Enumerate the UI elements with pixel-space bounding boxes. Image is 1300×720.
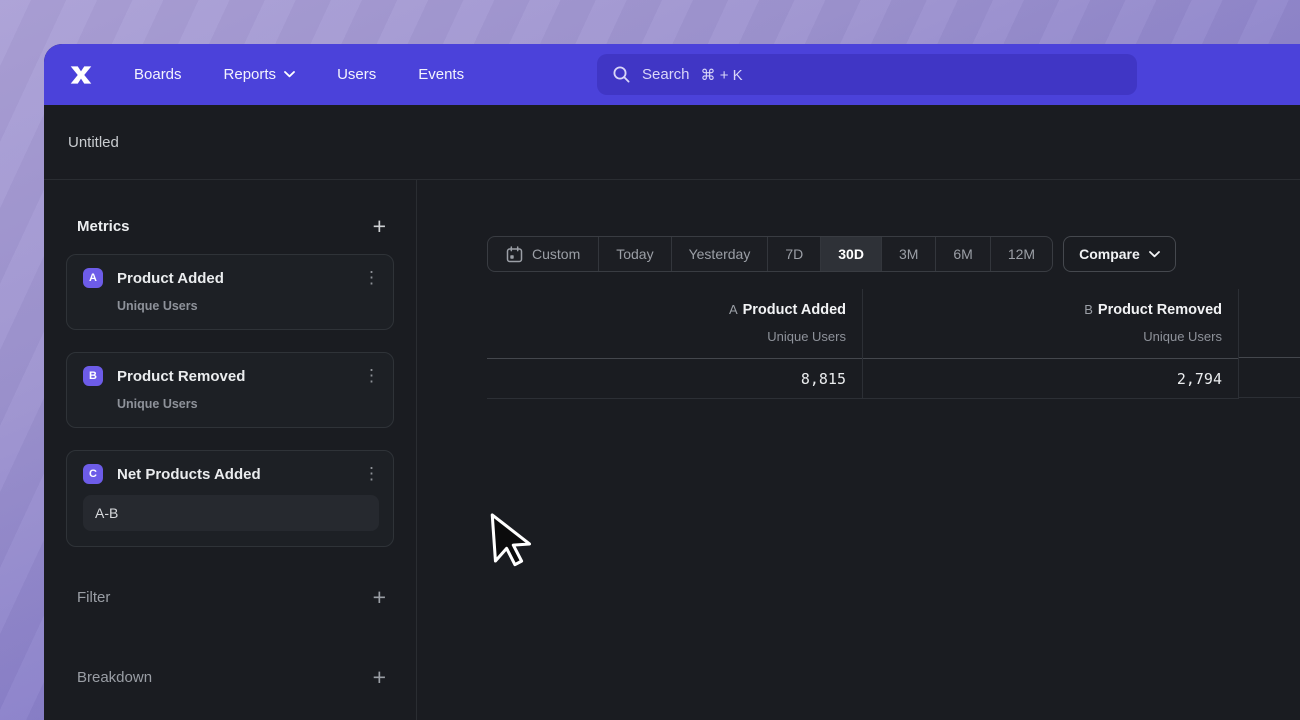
breakdown-section-header: Breakdown +: [66, 667, 394, 687]
chevron-down-icon: [1149, 251, 1160, 258]
metric-measurement: Unique Users: [503, 328, 846, 345]
kebab-menu-icon[interactable]: ⋮: [363, 368, 379, 384]
chevron-down-icon: [284, 71, 295, 78]
app-window: Boards Reports Users Events: [44, 44, 1300, 720]
app-logo-icon[interactable]: [64, 60, 98, 90]
compare-label: Compare: [1079, 246, 1140, 262]
metric-card-a[interactable]: A Product Added ⋮ Unique Users: [66, 254, 394, 330]
breakdown-section-label: Breakdown: [77, 669, 152, 686]
date-tab-12m[interactable]: 12M: [990, 237, 1052, 271]
report-title[interactable]: Untitled: [68, 134, 119, 151]
metric-cards: A Product Added ⋮ Unique Users B Product…: [66, 254, 394, 547]
date-tab-yesterday[interactable]: Yesterday: [671, 237, 768, 271]
date-tab-label: Custom: [532, 246, 580, 262]
metric-letter: A: [729, 302, 738, 317]
date-tab-label: 12M: [1008, 246, 1035, 262]
compare-button[interactable]: Compare: [1063, 236, 1176, 272]
table-column-b: B Product Removed Unique Users 2,794: [863, 289, 1239, 399]
metric-measurement[interactable]: Unique Users: [117, 397, 379, 411]
nav-item-events[interactable]: Events: [418, 66, 464, 83]
date-tab-label: 7D: [785, 246, 803, 262]
metrics-table: A Product Added Unique Users 8,815 B Produ…: [487, 289, 1300, 399]
metric-badge-a: A: [83, 268, 103, 288]
nav-menu: Boards Reports Users Events: [134, 66, 464, 83]
kebab-menu-icon[interactable]: ⋮: [363, 466, 379, 482]
metric-measurement: Unique Users: [879, 328, 1222, 345]
query-sidebar: Metrics + A Product Added ⋮ Unique Users…: [44, 180, 417, 720]
filter-section-header: Filter +: [66, 587, 394, 607]
nav-item-label: Users: [337, 66, 376, 83]
table-column-overflow: [1239, 289, 1300, 399]
date-tab-6m[interactable]: 6M: [935, 237, 989, 271]
table-column-a: A Product Added Unique Users 8,815: [487, 289, 863, 399]
metrics-section-label: Metrics: [77, 218, 130, 235]
report-title-bar: Untitled: [44, 105, 1300, 180]
date-tab-3m[interactable]: 3M: [881, 237, 935, 271]
results-panel: Custom Today Yesterday 7D 30D 3M 6M 12M …: [417, 180, 1300, 720]
nav-item-label: Boards: [134, 66, 182, 83]
metric-title[interactable]: Product Added: [117, 270, 363, 287]
metric-card-c[interactable]: C Net Products Added ⋮ A-B: [66, 450, 394, 547]
column-header: [1239, 289, 1300, 358]
column-header[interactable]: B Product Removed Unique Users: [863, 289, 1238, 359]
nav-item-reports[interactable]: Reports: [224, 66, 296, 83]
add-metric-button[interactable]: +: [373, 217, 386, 235]
metric-badge-b: B: [83, 366, 103, 386]
metric-value: 2,794: [863, 359, 1238, 399]
metrics-section-header: Metrics +: [66, 216, 394, 236]
search-shortcut: ⌘ + K: [701, 66, 743, 84]
search-placeholder: Search: [642, 66, 690, 83]
date-tab-label: 3M: [899, 246, 918, 262]
metric-value-empty: [1239, 358, 1300, 398]
add-filter-button[interactable]: +: [373, 588, 386, 606]
filter-section-label: Filter: [77, 589, 110, 606]
formula-input[interactable]: A-B: [83, 495, 379, 531]
date-tab-label: Yesterday: [689, 246, 751, 262]
metric-card-b[interactable]: B Product Removed ⋮ Unique Users: [66, 352, 394, 428]
metric-title[interactable]: Net Products Added: [117, 466, 363, 483]
date-range-tabs: Custom Today Yesterday 7D 30D 3M 6M 12M: [487, 236, 1053, 272]
date-tab-label: 6M: [953, 246, 972, 262]
metric-letter: B: [1084, 302, 1093, 317]
nav-item-users[interactable]: Users: [337, 66, 376, 83]
metric-measurement[interactable]: Unique Users: [117, 299, 379, 313]
add-breakdown-button[interactable]: +: [373, 668, 386, 686]
column-header[interactable]: A Product Added Unique Users: [487, 289, 862, 359]
date-tab-30d[interactable]: 30D: [820, 237, 881, 271]
nav-item-label: Events: [418, 66, 464, 83]
nav-item-label: Reports: [224, 66, 277, 83]
date-controls: Custom Today Yesterday 7D 30D 3M 6M 12M …: [487, 236, 1300, 272]
date-tab-label: 30D: [838, 246, 864, 262]
metric-title[interactable]: Product Removed: [117, 368, 363, 385]
search-icon: [612, 65, 631, 84]
metric-name: Product Added: [743, 302, 846, 318]
nav-item-boards[interactable]: Boards: [134, 66, 182, 83]
calendar-icon: [506, 246, 523, 263]
date-tab-today[interactable]: Today: [598, 237, 670, 271]
content-area: Metrics + A Product Added ⋮ Unique Users…: [44, 180, 1300, 720]
kebab-menu-icon[interactable]: ⋮: [363, 270, 379, 286]
date-tab-7d[interactable]: 7D: [767, 237, 820, 271]
metric-name: Product Removed: [1098, 302, 1222, 318]
date-tab-custom[interactable]: Custom: [488, 237, 598, 271]
metric-badge-c: C: [83, 464, 103, 484]
date-tab-label: Today: [616, 246, 653, 262]
top-navbar: Boards Reports Users Events: [44, 44, 1300, 105]
metric-value: 8,815: [487, 359, 862, 399]
search-input[interactable]: Search ⌘ + K: [597, 54, 1137, 95]
